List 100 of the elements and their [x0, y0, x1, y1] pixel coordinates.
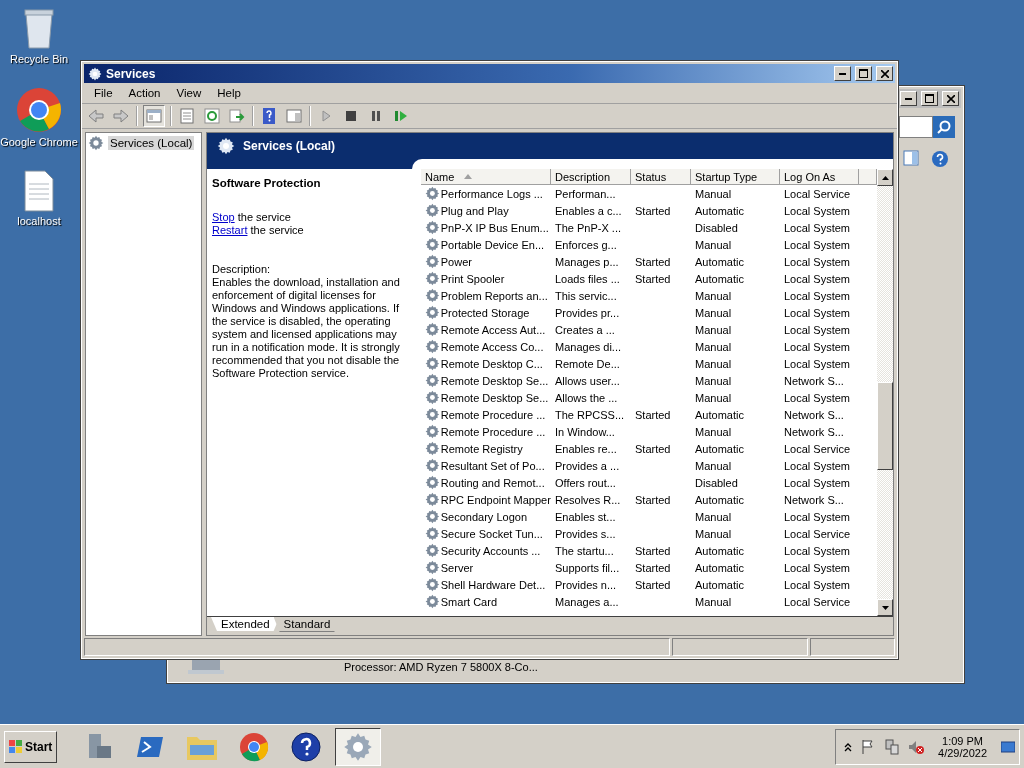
table-cell-text: Performance Logs ... [440, 187, 544, 200]
table-cell-text: Print Spooler [440, 272, 506, 285]
search-button[interactable] [933, 116, 955, 138]
table-cell-text: Manual [694, 527, 733, 540]
menu-item[interactable]: View [168, 87, 210, 99]
network-icon[interactable] [884, 738, 901, 755]
gear-icon [425, 220, 440, 235]
table-cell-text: Manual [694, 425, 733, 438]
gear-icon [425, 458, 440, 473]
processor-text: Processor: AMD Ryzen 7 5800X 8-Co... [344, 661, 538, 673]
tree-item[interactable]: Services (Local) [108, 136, 195, 150]
maximize-button[interactable] [855, 66, 872, 81]
minimize-button[interactable] [900, 91, 917, 106]
table-cell-text: Local System [783, 476, 852, 489]
table-cell-text: Allows user... [554, 374, 621, 387]
column-header[interactable]: Description [551, 169, 631, 185]
close-button[interactable] [876, 66, 893, 81]
table-cell-text: Security Accounts ... [440, 544, 542, 557]
action-link[interactable]: Stop [212, 211, 235, 223]
table-cell-text: Provides n... [554, 578, 618, 591]
start-button[interactable]: Start [4, 730, 58, 763]
action-text: Restart the service [212, 224, 305, 237]
table-cell-text: Local System [783, 459, 852, 472]
table-cell-text: Automatic [694, 204, 745, 217]
menu-item[interactable]: File [86, 87, 121, 99]
table-cell-text: Started [634, 493, 672, 506]
table-cell-text: Manual [694, 340, 733, 353]
search-icon [937, 120, 951, 134]
table-cell-text: Started [634, 544, 672, 557]
table-cell-text: Allows the ... [554, 391, 619, 404]
forward-arrow-icon [113, 108, 129, 124]
table-cell-text: Automatic [694, 578, 745, 591]
menu-item[interactable]: Help [209, 87, 249, 99]
menu-item[interactable]: Action [120, 87, 169, 99]
show-desktop-icon[interactable] [1001, 739, 1015, 754]
scroll-thumb[interactable] [877, 382, 893, 470]
table-cell-text: Local System [783, 391, 852, 404]
table-cell-text: Remote Procedure ... [440, 425, 547, 438]
gear-icon [425, 356, 440, 371]
desktop-icon-label[interactable]: Google Chrome [0, 136, 78, 148]
gear-icon [425, 186, 440, 201]
table-cell-text: Disabled [694, 476, 739, 489]
column-header[interactable]: Startup Type [691, 169, 780, 185]
gear-icon [425, 203, 440, 218]
chevron-up-icon[interactable] [844, 741, 853, 752]
minimize-button[interactable] [834, 66, 851, 81]
panel-title: Services (Local) [243, 139, 336, 153]
table-cell-text: Manual [694, 289, 733, 302]
column-header[interactable]: Status [631, 169, 691, 185]
table-cell-text: Local Service [783, 442, 852, 455]
action-link[interactable]: Restart [212, 224, 248, 236]
maximize-button[interactable] [921, 91, 938, 106]
table-cell-text: The startu... [554, 544, 615, 557]
window-title: Services [106, 66, 157, 81]
pane-icon [286, 108, 302, 124]
gear-icon [425, 441, 440, 456]
gear-icon [425, 237, 440, 252]
close-button[interactable] [942, 91, 959, 106]
gear-icon [425, 373, 440, 388]
table-cell-text: Automatic [694, 544, 745, 557]
desktop-icon-label[interactable]: localhost [17, 215, 61, 227]
clock-date[interactable]: 4/29/2022 [938, 746, 987, 759]
properties-button[interactable] [177, 106, 197, 126]
table-cell-text: Manual [694, 306, 733, 319]
export-button[interactable] [227, 106, 247, 126]
pane-icon [903, 150, 919, 166]
desktop-icon-label[interactable]: Recycle Bin [9, 53, 69, 65]
taskbar-button[interactable] [335, 727, 382, 766]
gear-icon [425, 271, 440, 286]
gear-icon [425, 492, 440, 507]
table-cell-text: Local System [783, 204, 852, 217]
table-cell-text: Manual [694, 187, 733, 200]
table-cell-text: In Window... [554, 425, 616, 438]
refresh-icon [204, 108, 220, 124]
table-cell-text: Offers rout... [554, 476, 617, 489]
windows-logo-icon [9, 739, 23, 754]
table-cell-text: Local System [783, 357, 852, 370]
action-pane-button[interactable] [284, 106, 304, 126]
back-arrow-icon [88, 108, 104, 124]
refresh-button[interactable] [202, 106, 222, 126]
table-cell-text: Automatic [694, 442, 745, 455]
table-cell-text: Smart Card [440, 595, 498, 608]
table-cell-text: Automatic [694, 561, 745, 574]
search-field[interactable] [899, 116, 933, 138]
table-cell-text: Manual [694, 374, 733, 387]
column-header[interactable]: Name [421, 169, 551, 185]
gear-icon [88, 135, 104, 151]
gear-icon [425, 254, 440, 269]
gear-icon [425, 560, 440, 575]
table-cell-text: Automatic [694, 255, 745, 268]
scrollbar[interactable] [877, 169, 893, 616]
table-cell-text: Enforces g... [554, 238, 618, 251]
table-cell-text: Local System [783, 221, 852, 234]
table-cell-text: Disabled [694, 221, 739, 234]
console-tree-button[interactable] [143, 105, 165, 127]
table-cell-text: Manual [694, 238, 733, 251]
column-header[interactable]: Log On As [780, 169, 859, 185]
clock-time[interactable]: 1:09 PM [942, 734, 983, 747]
help-icon [931, 150, 949, 168]
table-cell-text: Enables re... [554, 442, 618, 455]
